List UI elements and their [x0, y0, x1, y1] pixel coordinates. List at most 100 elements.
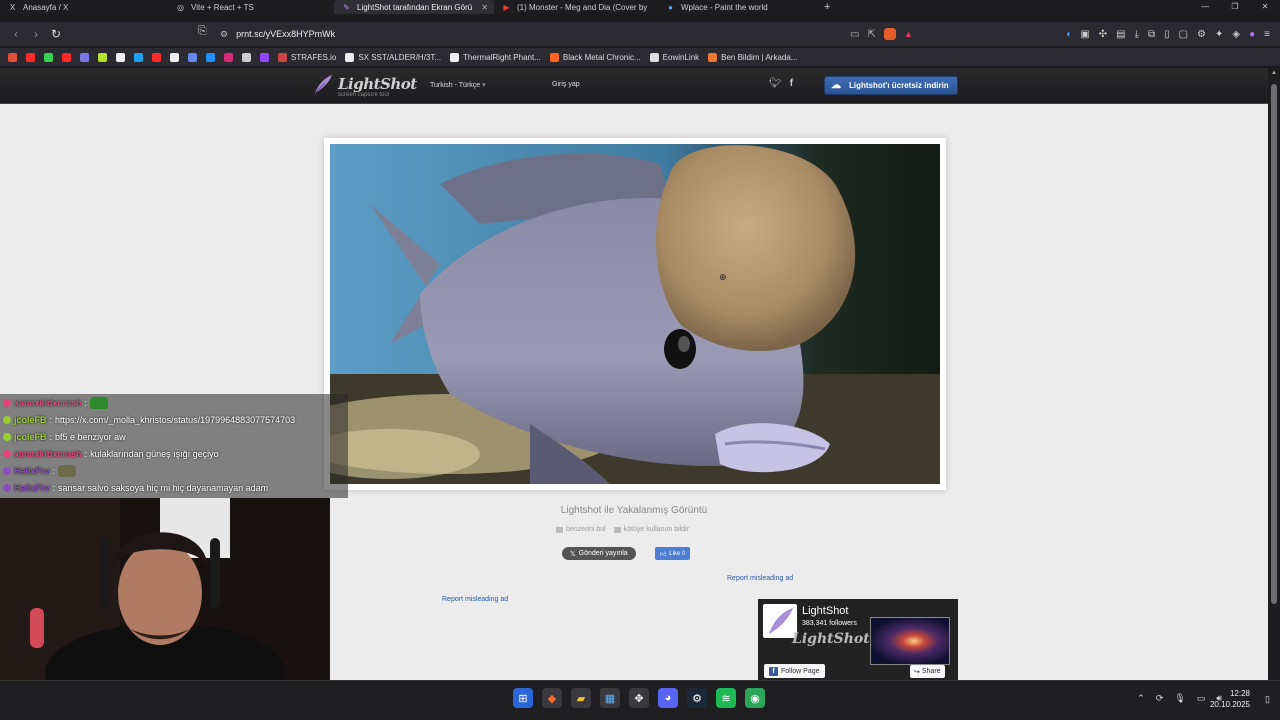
address-actions: ▭ ⇱ ▲ — [850, 22, 913, 46]
settings-icon[interactable]: ⚙ — [1197, 29, 1206, 40]
chat-text: kulaklarından güneş ışığı geçiyo — [90, 448, 219, 459]
chat-app-icon[interactable]: ◉ — [745, 688, 765, 708]
download-icon[interactable]: ⤓ — [1135, 29, 1139, 40]
bookmark-item[interactable] — [224, 52, 233, 62]
tab-x-home[interactable]: X Anasayfa / X — [0, 0, 168, 14]
chevron-up-icon[interactable]: ⌃ — [1137, 693, 1145, 704]
language-select[interactable]: Turkish - Türkçe ▾ — [430, 81, 486, 89]
bookmark-item[interactable] — [62, 52, 71, 62]
vpn-icon[interactable]: ◈ — [1232, 29, 1240, 40]
twitter-icon[interactable]: 🐦︎ — [769, 78, 782, 89]
tab-youtube[interactable]: ▶ (1) Monster - Meg and Dia (Cover by — [494, 0, 658, 14]
bookmark-item[interactable]: Ben Bildim | Arkada... — [708, 52, 797, 62]
share-button[interactable]: ↪ Share — [910, 665, 945, 678]
brave-browser-icon[interactable]: ◆ — [542, 688, 562, 708]
cast-icon[interactable]: ▭ — [850, 29, 859, 40]
bookmark-favicon-icon — [134, 52, 143, 62]
address-bar[interactable]: ⚙ prnt.sc/yVExx8HYPmWk — [220, 22, 335, 46]
minimize-icon[interactable]: — — [1190, 0, 1220, 14]
screenshot-icon[interactable]: ▣ — [1080, 29, 1089, 40]
start-icon[interactable]: ⊞ — [513, 688, 533, 708]
share-icon[interactable]: ⇱ — [867, 29, 875, 40]
bookmark-item[interactable]: EowinLink — [649, 52, 699, 62]
bookmark-item[interactable] — [152, 52, 161, 62]
find-similar-link[interactable]: benzerini bul — [556, 526, 606, 533]
network-icon[interactable]: ▭ — [1197, 693, 1206, 704]
brave-rewards-icon[interactable]: ▲ — [904, 29, 913, 39]
notification-icon[interactable]: ▯ — [1265, 694, 1270, 705]
bookmark-item[interactable] — [44, 52, 53, 62]
bookmark-item[interactable] — [242, 52, 251, 62]
tab-vite[interactable]: ◎ Vite + React + TS — [168, 0, 334, 14]
page-name[interactable]: LightShot — [802, 605, 848, 617]
game-controller-icon[interactable]: ✥ — [629, 688, 649, 708]
tab-wplace[interactable]: ● Wplace - Paint the world — [658, 0, 818, 14]
media-icon[interactable]: ▤ — [1116, 29, 1125, 40]
audio-icon[interactable]: ◖ — [1065, 29, 1071, 40]
close-icon[interactable]: ✕ — [481, 3, 488, 12]
wallet-icon[interactable]: ▢ — [1179, 29, 1188, 40]
photos-icon[interactable]: ▦ — [600, 688, 620, 708]
follow-page-button[interactable]: f Follow Page — [764, 664, 825, 678]
bookmark-item[interactable]: STRAFES.io — [278, 52, 336, 62]
download-button[interactable]: ☁ Lightshot'ı ücretsiz indirin — [824, 76, 958, 95]
profile-icon[interactable]: ● — [1249, 29, 1255, 40]
sync-icon[interactable]: ⟳ — [1156, 693, 1164, 704]
microphone-icon[interactable]: 🎙︎ — [1174, 693, 1185, 704]
discord-icon[interactable]: ◕ — [658, 688, 678, 708]
scrollbar[interactable]: ▲ — [1268, 68, 1280, 680]
maximize-icon[interactable]: ❐ — [1220, 0, 1250, 14]
bookmark-item[interactable] — [134, 52, 143, 62]
bookmark-favicon-icon — [242, 52, 251, 62]
facebook-page-widget[interactable]: LightShot LightShot 383,341 followers f … — [758, 599, 958, 680]
facebook-icon[interactable]: f — [790, 78, 793, 89]
bookmark-item[interactable]: Black Metal Chronic... — [549, 52, 641, 62]
report-ad-link[interactable]: Report misleading ad — [727, 575, 793, 582]
extensions-icon[interactable]: ✣ — [1099, 29, 1107, 40]
bookmark-item[interactable] — [260, 52, 269, 62]
url-text[interactable]: prnt.sc/yVExx8HYPmWk — [236, 29, 335, 39]
bookmark-item[interactable]: SX SST/ALDER/H/3T... — [345, 52, 441, 62]
scroll-thumb[interactable] — [1271, 84, 1277, 604]
reload-icon[interactable]: ↻ — [46, 27, 66, 41]
screenshot-frame — [324, 138, 946, 490]
bookmark-icon[interactable]: ⎘ — [198, 25, 207, 38]
bookmark-item[interactable] — [98, 52, 107, 62]
site-info-icon[interactable]: ⚙ — [220, 29, 228, 40]
close-window-icon[interactable]: ✕ — [1250, 0, 1280, 14]
tweet-button[interactable]: 𝕏 Gönderi yayınla — [562, 547, 636, 560]
bookmark-item[interactable] — [170, 52, 179, 62]
bookmark-item[interactable] — [116, 52, 125, 62]
tab-label: (1) Monster - Meg and Dia (Cover by — [517, 2, 648, 12]
sidebar-icon[interactable]: ▯ — [1164, 29, 1170, 40]
forward-icon[interactable]: › — [26, 27, 46, 41]
brave-shield-icon[interactable] — [883, 28, 896, 40]
menu-icon[interactable]: ≡ — [1264, 29, 1270, 40]
screenshot-image[interactable] — [330, 144, 940, 484]
report-ad-link[interactable]: Report misleading ad — [442, 596, 508, 603]
leo-icon[interactable]: ✦ — [1215, 29, 1223, 40]
spotify-icon[interactable]: ≋ — [716, 688, 736, 708]
window-controls: — ❐ ✕ — [1190, 0, 1280, 14]
time: 12:28 — [1229, 689, 1250, 698]
lightshot-logo[interactable]: LightShot screen capture tool — [312, 73, 417, 98]
bookmarks-icon[interactable]: ⧉ — [1148, 29, 1155, 40]
bookmark-item[interactable]: ThermalRight Phant... — [450, 52, 541, 62]
bookmark-item[interactable] — [26, 52, 35, 62]
steam-icon[interactable]: ⚙ — [687, 688, 707, 708]
zoom-cursor-icon: ⊕ — [719, 272, 727, 282]
new-tab-button[interactable]: + — [824, 1, 830, 13]
clock[interactable]: 12:28 20.10.2025 — [1210, 688, 1250, 710]
bookmark-item[interactable] — [80, 52, 89, 62]
file-explorer-icon[interactable]: ▰ — [571, 688, 591, 708]
back-icon[interactable]: ‹ — [6, 27, 26, 41]
login-link[interactable]: Giriş yap — [552, 81, 580, 88]
bookmark-item[interactable] — [188, 52, 197, 62]
bookmark-item[interactable] — [206, 52, 215, 62]
scroll-up-icon[interactable]: ▲ — [1270, 70, 1278, 76]
tab-lightshot[interactable]: ✎ LightShot tarafından Ekran Görü ✕ — [334, 0, 494, 14]
bookmark-item[interactable] — [8, 52, 17, 62]
chat-separator: : — [52, 482, 56, 493]
report-abuse-link[interactable]: kötüye kullanım bildir — [613, 526, 689, 533]
like-button[interactable]: 👍︎ Like 0 — [655, 547, 691, 560]
